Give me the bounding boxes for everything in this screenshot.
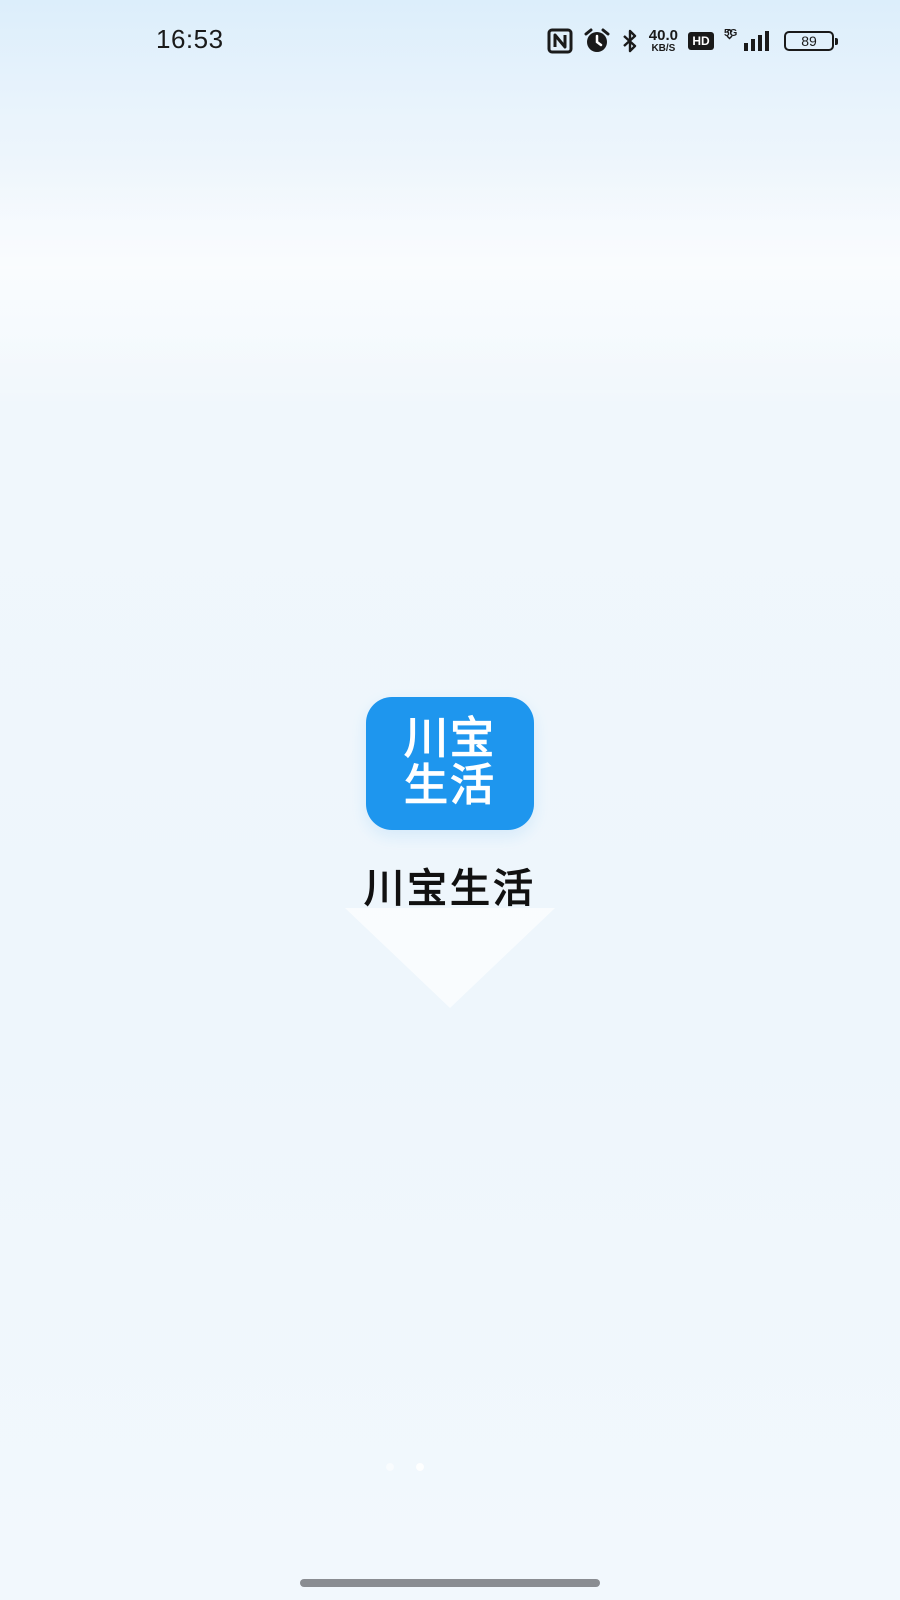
app-logo-line-2: 生活 — [404, 760, 496, 811]
signal-icon: 5G — [724, 28, 774, 53]
nfc-icon — [547, 28, 573, 54]
status-icons: 40.0 KB/S HD 5G 89 — [547, 26, 838, 56]
app-logo-line-1: 川宝 — [404, 713, 496, 764]
battery-level: 89 — [801, 33, 817, 49]
bluetooth-icon — [621, 28, 639, 54]
status-bar: 16:53 40.0 KB/S HD 5G 89 — [0, 0, 900, 80]
splash-screen: 16:53 40.0 KB/S HD 5G 89 川宝 生活 川宝生活 — [0, 0, 900, 1600]
status-time: 16:53 — [156, 24, 224, 54]
page-indicator-dot — [386, 1463, 394, 1471]
app-logo-icon: 川宝 生活 — [366, 697, 534, 830]
battery-icon: 89 — [784, 31, 838, 51]
alarm-icon — [583, 28, 611, 54]
app-logo-text: 川宝 生活 — [366, 715, 534, 809]
page-indicator-dot — [416, 1463, 424, 1471]
background-haze — [0, 150, 900, 410]
home-indicator[interactable] — [300, 1579, 600, 1587]
decorative-pointer — [345, 908, 555, 1008]
hd-icon: HD — [688, 32, 714, 50]
network-speed: 40.0 KB/S — [649, 28, 678, 54]
network-speed-value: 40.0 — [648, 27, 678, 44]
app-name: 川宝生活 — [364, 866, 536, 912]
network-speed-unit: KB/S — [651, 43, 676, 54]
